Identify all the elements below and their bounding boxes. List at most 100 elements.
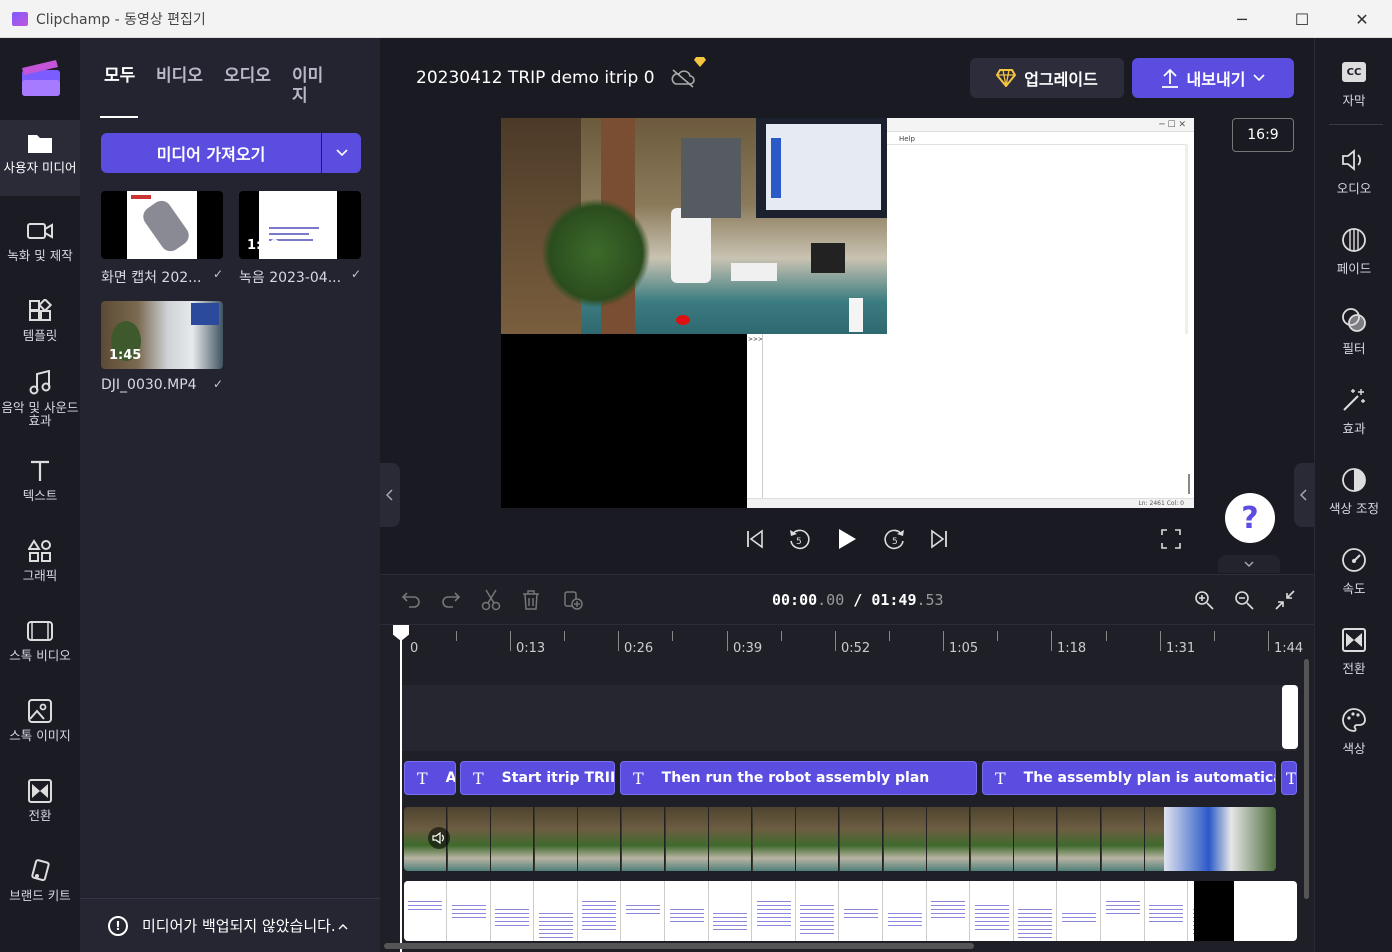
panel-item-effects[interactable]: 효과	[1315, 386, 1392, 456]
video-frame	[1164, 807, 1276, 871]
panel-item-fade[interactable]: 페이드	[1315, 226, 1392, 296]
screen-frame	[883, 881, 927, 941]
text-clip[interactable]: T The assembly plan is automatically pre	[982, 761, 1276, 795]
text-clip[interactable]: T	[1281, 761, 1297, 795]
timeline: 00:00.00 / 01:49.53 0 0:13 0:26 0:39 0:5…	[380, 574, 1314, 952]
tick	[1160, 631, 1161, 651]
delete-button[interactable]	[518, 587, 544, 613]
redo-button[interactable]	[438, 587, 464, 613]
tab-audio[interactable]: 오디오	[220, 66, 288, 106]
maximize-button[interactable]: ☐	[1272, 0, 1332, 38]
nav-label: 음악 및 사운드 효과	[1, 400, 79, 428]
tick	[564, 631, 565, 641]
forward-5s-button[interactable]: 5	[882, 526, 908, 552]
stock-video-icon	[27, 618, 53, 644]
nav-item-stock-image[interactable]: 스톡 이미지	[0, 688, 80, 764]
video-preview[interactable]: ─ ☐ ✕ Help >>> Ln: 2461 Col: 0	[501, 118, 1194, 508]
skip-to-end-button[interactable]	[926, 526, 952, 552]
nav-item-graphics[interactable]: 그래픽	[0, 528, 80, 604]
chevron-down-icon	[335, 149, 348, 157]
screen-frame	[927, 881, 971, 941]
project-title[interactable]: 20230412 TRIP demo itrip 0	[416, 68, 655, 88]
nav-item-transitions[interactable]: 전환	[0, 768, 80, 844]
close-button[interactable]: ✕	[1332, 0, 1392, 38]
nav-item-templates[interactable]: 템플릿	[0, 288, 80, 364]
fit-timeline-button[interactable]	[1272, 587, 1298, 613]
nav-item-record-create[interactable]: 녹화 및 제작	[0, 208, 80, 284]
warning-icon: !	[108, 915, 128, 936]
ruler-label: 1:44	[1274, 641, 1304, 656]
zoom-in-button[interactable]	[1191, 587, 1217, 613]
scissors-icon	[481, 589, 501, 611]
minimize-button[interactable]: ─	[1212, 0, 1272, 38]
current-time: 00:00	[772, 591, 818, 609]
tab-all[interactable]: 모두	[100, 66, 152, 106]
nav-item-my-media[interactable]: 사용자 미디어	[0, 120, 80, 196]
screen-capture-track[interactable]	[404, 881, 1297, 941]
video-clip-track[interactable]	[404, 807, 1276, 871]
media-thumbnail: 1:49	[239, 191, 361, 259]
upgrade-button[interactable]: 업그레이드	[970, 58, 1124, 98]
video-frame	[883, 807, 927, 871]
screen-frame	[404, 881, 447, 941]
panel-item-captions[interactable]: CC 자막	[1315, 58, 1392, 128]
music-icon	[27, 370, 53, 396]
media-item-dji-video[interactable]: 1:45 DJI_0030.MP4 ✓	[101, 301, 223, 393]
time-separator: /	[844, 591, 872, 609]
timeline-track-overlay[interactable]	[402, 685, 1298, 751]
media-thumbnail	[101, 191, 223, 259]
upgrade-label: 업그레이드	[1024, 70, 1098, 89]
fullscreen-button[interactable]	[1158, 526, 1184, 552]
chevron-up-icon	[338, 923, 348, 929]
panel-label: 오디오	[1336, 181, 1372, 196]
duplicate-button[interactable]	[560, 587, 586, 613]
video-frame	[534, 807, 578, 871]
export-button[interactable]: 내보내기	[1132, 58, 1294, 98]
tab-image[interactable]: 이미지	[288, 66, 338, 106]
upload-icon	[1161, 68, 1178, 88]
aspect-ratio-button[interactable]: 16:9	[1232, 118, 1294, 152]
panel-item-transition[interactable]: 전환	[1315, 626, 1392, 696]
zoom-out-button[interactable]	[1231, 587, 1257, 613]
nav-item-brand-kit[interactable]: 브랜드 키트	[0, 848, 80, 924]
audio-icon	[428, 827, 450, 849]
undo-button[interactable]	[398, 587, 424, 613]
timeline-vertical-scrollbar[interactable]	[1304, 659, 1309, 899]
text-clip[interactable]: T Then run the robot assembly plan	[620, 761, 977, 795]
panel-item-color[interactable]: 색상	[1315, 706, 1392, 776]
nav-item-text[interactable]: 텍스트	[0, 448, 80, 524]
text-clip[interactable]: T Au	[404, 761, 456, 795]
play-button[interactable]	[834, 526, 860, 552]
transition-icon	[27, 778, 53, 804]
play-icon	[839, 529, 856, 549]
panel-item-filter[interactable]: 필터	[1315, 306, 1392, 376]
templates-icon	[27, 298, 53, 324]
skip-to-start-button[interactable]	[742, 526, 768, 552]
playhead[interactable]	[400, 625, 402, 952]
backup-warning-bar[interactable]: ! 미디어가 백업되지 않았습니다.	[80, 898, 380, 952]
total-time-ms: .53	[916, 591, 944, 609]
screen-capture-window: ─ ☐ ✕ Help	[887, 118, 1194, 334]
tick	[456, 631, 457, 641]
text-clip[interactable]: T Start itrip TRIP is	[460, 761, 615, 795]
import-media-button[interactable]: 미디어 가져오기	[101, 133, 321, 173]
panel-item-speed[interactable]: 속도	[1315, 546, 1392, 616]
export-label: 내보내기	[1186, 70, 1246, 89]
timeline-horizontal-scrollbar[interactable]	[384, 943, 974, 949]
panel-item-audio[interactable]: 오디오	[1315, 146, 1392, 216]
panel-item-color-adjust[interactable]: 색상 조정	[1315, 466, 1392, 536]
split-button[interactable]	[478, 587, 504, 613]
nav-item-music-sfx[interactable]: 음악 및 사운드 효과	[0, 360, 80, 436]
nav-item-stock-video[interactable]: 스톡 비디오	[0, 608, 80, 684]
camera-footage	[501, 118, 887, 334]
nav-label: 스톡 이미지	[9, 728, 71, 743]
timeline-ruler[interactable]: 0 0:13 0:26 0:39 0:52 1:05 1:18 1:31 1:4…	[380, 625, 1314, 665]
rewind-5s-button[interactable]: 5	[786, 526, 812, 552]
panel-label: 속도	[1342, 581, 1366, 596]
import-dropdown-button[interactable]	[322, 133, 361, 173]
tab-video[interactable]: 비디오	[152, 66, 220, 106]
text-clip-label: The assembly plan is automatically pre	[1023, 770, 1275, 786]
media-item-recording[interactable]: 1:49 녹음 2023-04... ✓	[239, 191, 361, 287]
media-item-screen-capture[interactable]: 화면 캡처 202... ✓	[101, 191, 223, 287]
ruler-label: 0:39	[733, 641, 763, 656]
